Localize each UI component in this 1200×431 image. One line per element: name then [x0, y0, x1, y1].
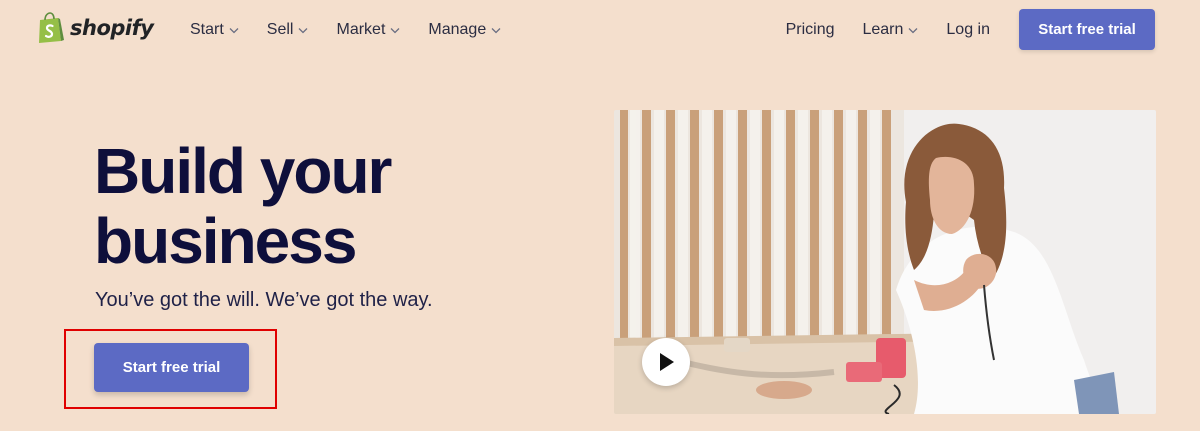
nav-pricing[interactable]: Pricing: [786, 21, 835, 39]
video-thumbnail-image: [614, 110, 1156, 414]
shopify-logo[interactable]: shopify: [36, 12, 154, 44]
nav-market-label: Market: [336, 21, 386, 38]
header-start-free-trial-button[interactable]: Start free trial: [1019, 9, 1155, 50]
nav-manage-label: Manage: [428, 21, 487, 38]
primary-nav: Start Sell Market Manage: [190, 0, 501, 60]
nav-start[interactable]: Start: [190, 21, 239, 39]
secondary-nav: Pricing Learn Log in: [786, 0, 990, 60]
nav-learn-label: Learn: [862, 21, 904, 38]
nav-market[interactable]: Market: [336, 21, 400, 39]
nav-pricing-label: Pricing: [785, 21, 835, 38]
chevron-down-icon: [908, 27, 918, 33]
chevron-down-icon: [229, 27, 239, 33]
hero-subtitle: You’ve got the will. We’ve got the way.: [95, 289, 433, 311]
nav-learn[interactable]: Learn: [862, 21, 918, 39]
hero-title: Build your business: [94, 136, 514, 276]
nav-sell[interactable]: Sell: [267, 21, 309, 39]
nav-login[interactable]: Log in: [946, 21, 990, 39]
chevron-down-icon: [299, 27, 308, 33]
logo-wordmark: shopify: [70, 16, 154, 40]
play-button[interactable]: [642, 338, 690, 386]
hero-title-line2: business: [94, 205, 357, 277]
shopping-bag-logo-icon: [39, 12, 64, 43]
nav-manage[interactable]: Manage: [428, 21, 501, 39]
play-icon: [660, 353, 674, 371]
hero-start-free-trial-button[interactable]: Start free trial: [94, 343, 249, 392]
site-header: shopify Start Sell Market Manage Pricing…: [0, 0, 1200, 60]
nav-login-label: Log in: [946, 21, 990, 38]
hero-title-line1: Build your: [94, 135, 392, 207]
chevron-down-icon: [390, 27, 400, 33]
nav-start-label: Start: [190, 21, 224, 38]
nav-sell-label: Sell: [266, 21, 294, 38]
hero-video[interactable]: [614, 110, 1156, 414]
chevron-down-icon: [491, 27, 501, 33]
